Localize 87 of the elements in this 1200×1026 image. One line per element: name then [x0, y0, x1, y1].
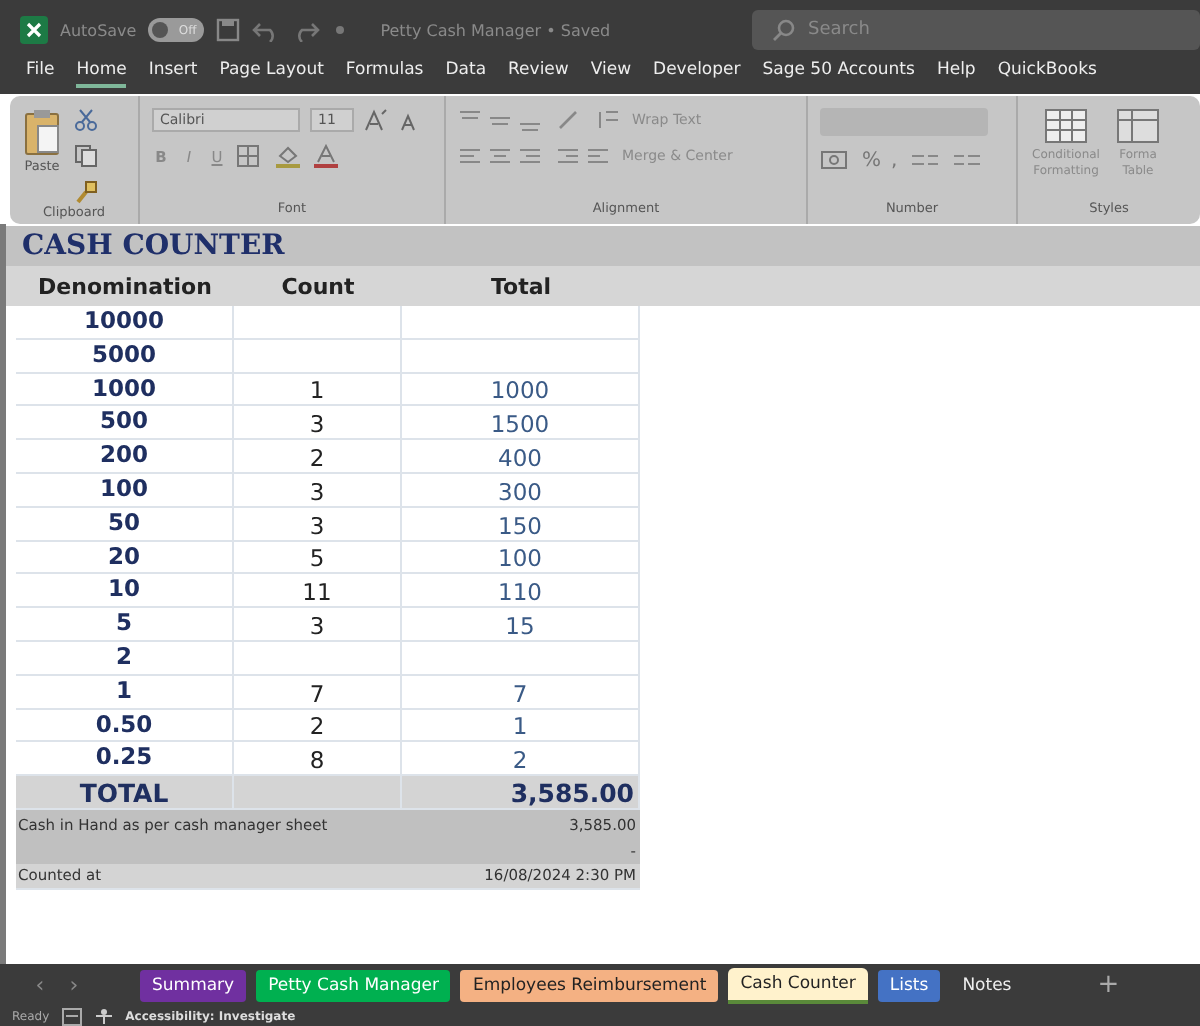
menu-tab[interactable]: File — [26, 60, 55, 84]
table-cell: 8 — [309, 746, 325, 775]
table-cell: 2 — [309, 712, 325, 741]
comma-button[interactable]: , — [891, 149, 898, 171]
document-title[interactable]: Petty Cash Manager • Saved — [380, 21, 611, 39]
table-cell: 150 — [498, 511, 542, 540]
table-cell: 11 — [302, 578, 332, 607]
table-cell: 10 — [107, 574, 140, 603]
table-cell: 3 — [309, 511, 325, 540]
column-header: Count — [279, 273, 357, 299]
table-cell: 7 — [512, 679, 528, 708]
percent-button[interactable]: % — [862, 149, 882, 171]
menu-tab[interactable]: Sage 50 Accounts — [762, 60, 915, 84]
decrease-indent-icon[interactable] — [556, 144, 612, 168]
menu-tab[interactable]: Formulas — [345, 60, 424, 84]
menu-tab[interactable]: View — [590, 60, 632, 84]
sheet-title: CASH COUNTER — [6, 226, 1200, 266]
table-cell: 10000 — [83, 306, 164, 334]
paintbrush-icon[interactable] — [74, 180, 98, 204]
table-cell: 3 — [309, 611, 325, 640]
previous-sheet-button[interactable]: ‹ — [28, 972, 52, 998]
sheet-tab[interactable]: Petty Cash Manager — [256, 969, 451, 1001]
menu-tab[interactable]: Review — [508, 60, 569, 84]
autosave-label: AutoSave — [60, 21, 137, 39]
table-cell: 500 — [99, 406, 148, 435]
table-cell: 2 — [309, 443, 325, 472]
table-cell: 1500 — [490, 410, 550, 439]
font-color-icon[interactable] — [312, 144, 340, 168]
search-icon[interactable] — [772, 18, 796, 42]
column-header: Total — [488, 273, 554, 299]
table-cell: 300 — [498, 477, 542, 506]
table-cell: 20 — [107, 541, 140, 570]
table-cell: 5000 — [91, 339, 156, 368]
table-cell: 0.25 — [95, 742, 153, 771]
copy-icon[interactable] — [74, 144, 98, 168]
column-header: Denomination — [36, 273, 214, 299]
excel-logo-icon[interactable] — [20, 16, 48, 44]
table-cell: 2 — [115, 641, 132, 670]
table-cell: 3 — [309, 410, 325, 439]
menu-tab[interactable]: Page Layout — [219, 60, 324, 84]
sheet-tab[interactable]: Notes — [950, 969, 1024, 1001]
clipboard-icon[interactable] — [22, 108, 62, 156]
menu-tab[interactable]: Help — [936, 60, 976, 84]
sheet-tab[interactable]: Cash Counter — [728, 967, 868, 1003]
table-cell: 1 — [512, 712, 528, 741]
next-sheet-button[interactable]: › — [62, 972, 86, 998]
table-cell: 2 — [512, 746, 528, 775]
table-cell: 100 — [99, 473, 148, 502]
table-grid-icon[interactable] — [1044, 108, 1088, 144]
menu-tab[interactable]: Data — [445, 60, 487, 84]
indent-icon[interactable] — [594, 108, 622, 132]
table-cell: 100 — [498, 544, 542, 573]
menu-tab[interactable]: Home — [76, 60, 127, 88]
save-icon[interactable] — [216, 18, 241, 42]
table-cell: 1 — [115, 675, 132, 704]
menu-tab[interactable]: QuickBooks — [997, 60, 1097, 84]
table-cell: 50 — [107, 507, 140, 536]
align-top-icon[interactable] — [458, 108, 546, 132]
total-label: TOTAL — [16, 776, 234, 808]
table-cell: 5 — [115, 608, 132, 637]
sheet-tab[interactable]: Summary — [140, 969, 247, 1001]
table-cell: 0.50 — [95, 709, 153, 738]
scissors-icon[interactable] — [74, 108, 98, 132]
menu-tab[interactable]: Developer — [653, 60, 741, 84]
total-value: 3,585.00 — [402, 776, 640, 808]
redo-icon[interactable] — [292, 18, 321, 42]
menu-tab[interactable]: Insert — [148, 60, 198, 84]
table-cell: 1 — [309, 376, 325, 405]
fill-color-icon[interactable] — [274, 144, 302, 168]
align-left-icon[interactable] — [458, 144, 546, 168]
borders-icon[interactable] — [236, 144, 264, 168]
table-cell: 1000 — [490, 376, 550, 405]
currency-icon[interactable] — [820, 148, 852, 172]
table-cell: 110 — [498, 578, 542, 607]
table-grid-icon[interactable] — [1116, 108, 1160, 144]
table-cell: 400 — [498, 443, 542, 472]
accessibility-icon[interactable] — [93, 1007, 114, 1025]
add-sheet-button[interactable]: + — [1097, 970, 1120, 1000]
table-cell: 1000 — [91, 373, 156, 402]
table-cell: 200 — [99, 440, 148, 469]
grow-font-icon[interactable] — [364, 108, 388, 132]
table-cell: 7 — [309, 679, 325, 708]
table-cell: 5 — [309, 544, 325, 573]
sheet-tab[interactable]: Employees Reimbursement — [460, 969, 719, 1001]
sheet-tab[interactable]: Lists — [877, 969, 941, 1001]
table-cell: 15 — [505, 611, 535, 640]
table-cell: 3 — [309, 477, 325, 506]
